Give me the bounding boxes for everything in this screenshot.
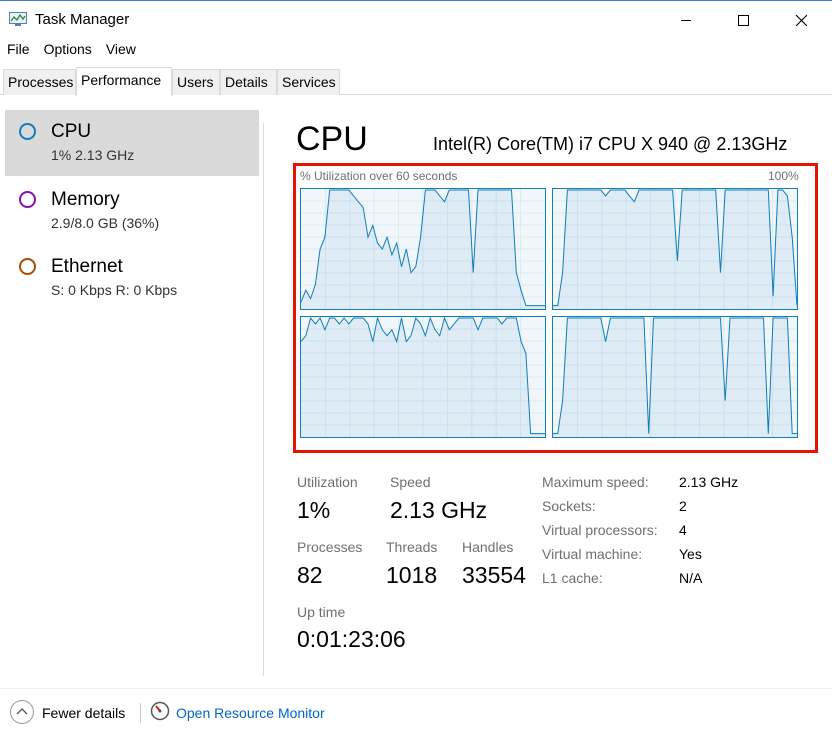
cpu-circle-icon bbox=[19, 123, 36, 140]
footer-bar: Fewer details Open Resource Monitor bbox=[0, 688, 832, 741]
tab-details[interactable]: Details bbox=[220, 69, 277, 95]
max-speed-value: 2.13 GHz bbox=[679, 474, 739, 490]
utilization-area bbox=[301, 318, 545, 437]
utilization-value: 1% bbox=[297, 497, 331, 523]
virtual-machine-label: Virtual machine: bbox=[542, 546, 643, 562]
l1-cache-value: N/A bbox=[679, 570, 703, 586]
pane-divider[interactable] bbox=[263, 123, 264, 676]
tab-users[interactable]: Users bbox=[172, 69, 220, 95]
title-bar: Task Manager bbox=[0, 0, 832, 38]
sidebar-item-cpu[interactable]: CPU 1% 2.13 GHz bbox=[5, 110, 259, 176]
max-speed-label: Maximum speed: bbox=[542, 474, 649, 490]
sidebar-item-label: Memory bbox=[51, 189, 120, 210]
sidebar-item-subtitle: S: 0 Kbps R: 0 Kbps bbox=[51, 282, 178, 298]
open-resource-monitor-link[interactable]: Open Resource Monitor bbox=[176, 705, 325, 721]
handles-value: 33554 bbox=[462, 562, 526, 588]
uptime-label: Up time bbox=[297, 604, 346, 620]
cpu-graph-svg bbox=[553, 317, 797, 437]
processes-value: 82 bbox=[297, 562, 323, 588]
ethernet-circle-icon bbox=[19, 258, 36, 275]
minimize-icon bbox=[681, 20, 691, 21]
speed-label: Speed bbox=[390, 474, 431, 490]
cpu-model: Intel(R) Core(TM) i7 CPU X 940 @ 2.13GHz bbox=[433, 134, 788, 154]
page-title: CPU bbox=[296, 120, 368, 158]
speed-value: 2.13 GHz bbox=[390, 497, 488, 523]
sidebar-item-subtitle: 1% 2.13 GHz bbox=[51, 147, 135, 163]
cpu-core-graph-1 bbox=[552, 188, 798, 310]
sockets-label: Sockets: bbox=[542, 498, 596, 514]
cpu-core-graph-0 bbox=[300, 188, 546, 310]
threads-label: Threads bbox=[386, 539, 438, 555]
window-title: Task Manager bbox=[35, 11, 130, 28]
tab-services[interactable]: Services bbox=[277, 69, 340, 95]
sockets-value: 2 bbox=[679, 498, 687, 514]
sidebar-item-label: CPU bbox=[51, 121, 92, 142]
cpu-graph-svg bbox=[553, 189, 797, 309]
close-icon bbox=[795, 14, 807, 26]
menu-bar: File Options View bbox=[0, 38, 832, 63]
cpu-core-graph-2 bbox=[300, 316, 546, 438]
sidebar-item-label: Ethernet bbox=[51, 256, 123, 277]
tab-processes[interactable]: Processes bbox=[3, 69, 76, 95]
cpu-graph-svg bbox=[301, 189, 545, 309]
chevron-up-icon bbox=[16, 708, 28, 715]
footer-separator bbox=[140, 703, 141, 723]
fewer-details-button[interactable] bbox=[10, 700, 34, 724]
graph-caption: % Utilization over 60 seconds bbox=[300, 169, 458, 183]
utilization-label: Utilization bbox=[297, 474, 358, 490]
cpu-core-graph-3 bbox=[552, 316, 798, 438]
virtual-processors-label: Virtual processors: bbox=[542, 522, 658, 538]
menu-options[interactable]: Options bbox=[44, 38, 92, 63]
graph-max-label: 100% bbox=[768, 169, 799, 183]
close-button[interactable] bbox=[778, 1, 824, 39]
virtual-processors-value: 4 bbox=[679, 522, 687, 538]
l1-cache-label: L1 cache: bbox=[542, 570, 603, 586]
processes-label: Processes bbox=[297, 539, 363, 555]
tab-performance[interactable]: Performance bbox=[76, 67, 172, 96]
menu-file[interactable]: File bbox=[7, 38, 30, 63]
uptime-value: 0:01:23:06 bbox=[297, 626, 406, 652]
maximize-icon bbox=[738, 15, 749, 26]
utilization-area bbox=[553, 318, 797, 437]
sidebar-item-memory[interactable]: Memory 2.9/8.0 GB (36%) bbox=[5, 178, 259, 244]
task-manager-icon bbox=[9, 12, 27, 26]
minimize-button[interactable] bbox=[663, 1, 709, 39]
threads-value: 1018 bbox=[386, 562, 438, 588]
handles-label: Handles bbox=[462, 539, 514, 555]
virtual-machine-value: Yes bbox=[679, 546, 702, 562]
fewer-details-link[interactable]: Fewer details bbox=[42, 705, 125, 721]
cpu-graph-svg bbox=[301, 317, 545, 437]
memory-circle-icon bbox=[19, 191, 36, 208]
sidebar-item-ethernet[interactable]: Ethernet S: 0 Kbps R: 0 Kbps bbox=[5, 245, 259, 311]
tab-strip: Processes Performance Users Details Serv… bbox=[0, 67, 832, 96]
sidebar-item-subtitle: 2.9/8.0 GB (36%) bbox=[51, 215, 160, 231]
menu-view[interactable]: View bbox=[106, 38, 136, 63]
resource-list: CPU 1% 2.13 GHz Memory 2.9/8.0 GB (36%) … bbox=[0, 95, 264, 678]
maximize-button[interactable] bbox=[720, 1, 766, 39]
resource-monitor-icon bbox=[150, 701, 170, 721]
